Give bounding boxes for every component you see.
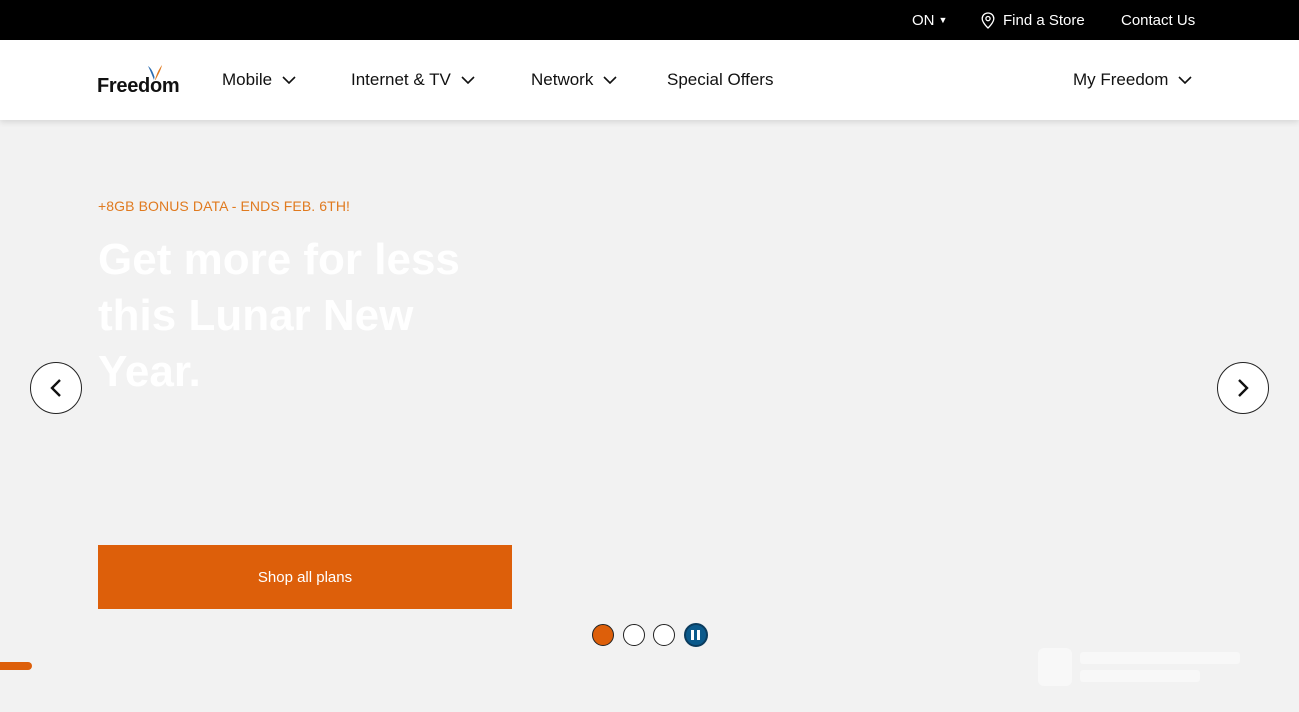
find-store-link[interactable]: Find a Store — [981, 0, 1085, 40]
logo-wordmark: Freedom — [97, 75, 180, 97]
utility-bar: ON ▼ Find a Store Contact Us — [0, 0, 1299, 40]
nav-internet-tv-label: Internet & TV — [351, 70, 451, 89]
nav-internet-tv[interactable]: Internet & TV — [351, 40, 475, 120]
nav-network[interactable]: Network — [531, 40, 617, 120]
carousel-dot-3[interactable] — [653, 624, 675, 646]
nav-network-label: Network — [531, 70, 594, 89]
award-badge-image — [1038, 648, 1240, 686]
contact-us-label: Contact Us — [1121, 11, 1196, 29]
nav-special-offers-label: Special Offers — [667, 70, 774, 89]
carousel-pause-button[interactable] — [683, 623, 708, 647]
caret-down-icon: ▼ — [938, 15, 948, 25]
freedom-logo[interactable]: Freedom — [97, 62, 189, 98]
hero-headline: Get more for less this Lunar New Year. — [98, 235, 460, 396]
province-selector[interactable]: ON ▼ — [912, 0, 947, 40]
carousel-prev-button[interactable] — [30, 362, 82, 414]
location-pin-icon — [981, 11, 995, 29]
chevron-down-icon — [461, 76, 475, 84]
nav-special-offers[interactable]: Special Offers — [667, 40, 773, 120]
chevron-down-icon — [603, 76, 617, 84]
contact-us-link[interactable]: Contact Us — [1121, 0, 1195, 40]
chevron-right-icon — [1238, 379, 1249, 397]
province-label: ON — [912, 11, 935, 29]
chevron-down-icon — [1178, 76, 1192, 84]
carousel-indicators — [592, 623, 708, 647]
carousel-next-button[interactable] — [1217, 362, 1269, 414]
main-nav: Freedom Mobile Internet & TV Network Spe… — [0, 40, 1299, 120]
hero-carousel: +8GB BONUS DATA - ENDS FEB. 6TH! Get mor… — [0, 120, 1299, 712]
nav-mobile-label: Mobile — [222, 70, 273, 89]
nav-my-freedom[interactable]: My Freedom — [1073, 40, 1192, 120]
find-store-label: Find a Store — [1003, 11, 1085, 29]
shop-all-plans-button[interactable]: Shop all plans — [98, 545, 512, 609]
carousel-dot-1[interactable] — [592, 624, 614, 646]
nav-my-freedom-label: My Freedom — [1073, 70, 1169, 89]
nav-mobile[interactable]: Mobile — [222, 40, 296, 120]
feedback-tab[interactable] — [0, 662, 32, 670]
chevron-left-icon — [50, 379, 61, 397]
chevron-down-icon — [282, 76, 296, 84]
pause-icon — [691, 630, 694, 640]
carousel-dot-2[interactable] — [622, 624, 645, 646]
promo-eyebrow: +8GB BONUS DATA - ENDS FEB. 6TH! — [98, 198, 351, 214]
